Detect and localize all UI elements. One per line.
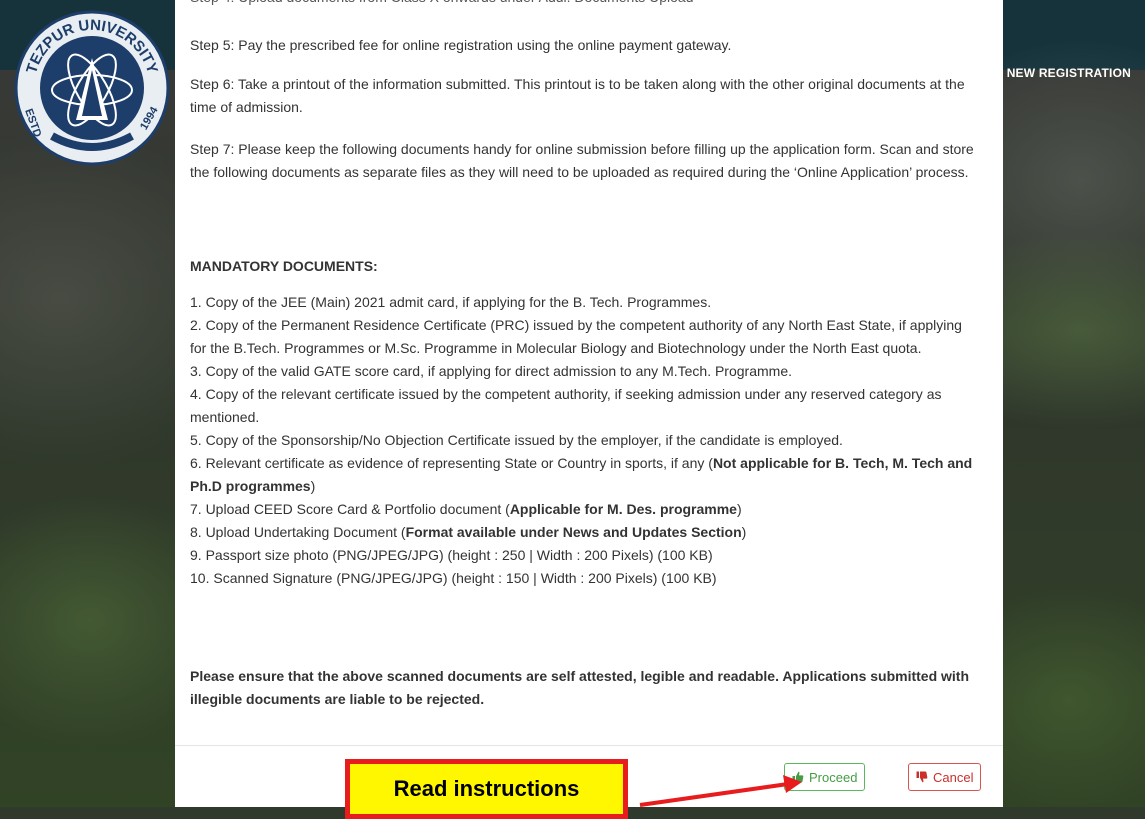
close-paren: ): [736, 501, 742, 517]
ensure-notice: Please ensure that the above scanned doc…: [190, 668, 970, 707]
callout-text: Read instructions: [393, 776, 580, 801]
university-logo: TEZPUR UNIVERSITY 1994 ESTD: [14, 10, 170, 166]
close-paren: ): [741, 524, 747, 540]
step-4-text: Step 4: Upload documents from Class X on…: [190, 0, 694, 9]
doc-6-text: 6. Relevant certificate as evidence of r…: [190, 455, 713, 471]
step-5-text: Step 5: Pay the prescribed fee for onlin…: [190, 37, 732, 53]
backdrop-right: [1003, 0, 1145, 807]
thumbs-down-icon: [916, 771, 928, 783]
document-item: 10. Scanned Signature (PNG/JPEG/JPG) (he…: [190, 570, 717, 586]
document-item: 8. Upload Undertaking Document (Format a…: [190, 521, 979, 544]
cancel-label: Cancel: [933, 769, 974, 785]
document-item: 2. Copy of the Permanent Residence Certi…: [190, 317, 962, 356]
doc-7-bold: Applicable for M. Des. programme: [509, 501, 737, 517]
document-item: 7. Upload CEED Score Card & Portfolio do…: [190, 498, 979, 521]
doc-7-text: 7. Upload CEED Score Card & Portfolio do…: [190, 501, 510, 517]
doc-8-text: 8. Upload Undertaking Document (: [190, 524, 406, 540]
proceed-label: Proceed: [809, 769, 858, 785]
step-7-text: Step 7: Please keep the following docume…: [190, 141, 974, 180]
new-registration-link[interactable]: NEW REGISTRATION: [1007, 66, 1131, 80]
document-item: 9. Passport size photo (PNG/JPEG/JPG) (h…: [190, 547, 713, 563]
cancel-button[interactable]: Cancel: [908, 763, 982, 791]
document-item: 3. Copy of the valid GATE score card, if…: [190, 363, 792, 379]
document-item: 6. Relevant certificate as evidence of r…: [190, 452, 979, 498]
step-6-text: Step 6: Take a printout of the informati…: [190, 76, 965, 115]
document-item: 5. Copy of the Sponsorship/No Objection …: [190, 432, 843, 448]
document-item: 1. Copy of the JEE (Main) 2021 admit car…: [190, 294, 712, 310]
mandatory-documents-heading: MANDATORY DOCUMENTS:: [190, 258, 378, 274]
close-paren: ): [310, 478, 316, 494]
instructions-modal: Step 4: Upload documents from Class X on…: [175, 0, 1003, 807]
documents-list: 1. Copy of the JEE (Main) 2021 admit car…: [190, 291, 979, 590]
doc-8-bold: Format available under News and Updates …: [405, 524, 742, 540]
read-instructions-callout: Read instructions: [345, 759, 628, 819]
document-item: 4. Copy of the relevant certificate issu…: [190, 386, 942, 425]
thumbs-up-icon: [792, 771, 804, 783]
proceed-button[interactable]: Proceed: [784, 763, 866, 791]
